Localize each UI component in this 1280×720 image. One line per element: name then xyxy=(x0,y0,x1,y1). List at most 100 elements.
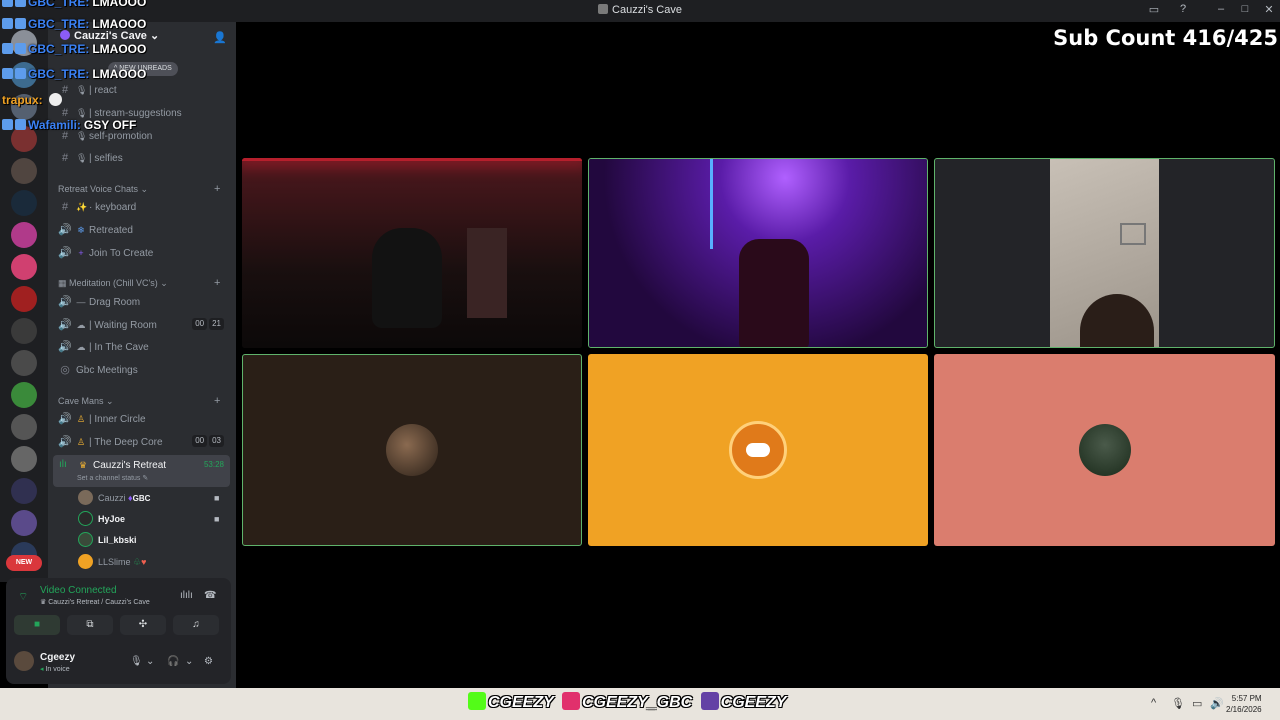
speaker-icon: 🔊 xyxy=(58,319,72,331)
avatar xyxy=(386,424,438,476)
server-icon[interactable] xyxy=(11,318,37,344)
avatar xyxy=(78,490,93,505)
gear-icon[interactable]: ⚙ xyxy=(204,656,213,667)
video-tile[interactable] xyxy=(934,354,1275,546)
person-icon: ♙ xyxy=(76,437,86,447)
video-tile[interactable] xyxy=(588,158,928,348)
active-voice-channel[interactable]: ılı ♛ Cauzzi's Retreat 53:28 Set a chann… xyxy=(53,455,230,487)
video-tile[interactable] xyxy=(588,354,928,546)
server-icon[interactable] xyxy=(11,190,37,216)
voice-user[interactable]: Cauzzi ♦GBC ■ xyxy=(78,489,219,507)
voice-status[interactable]: Video Connected xyxy=(40,585,117,596)
volume-icon[interactable]: 🔊 xyxy=(1210,697,1224,710)
mic-icon[interactable]: 🎙 xyxy=(1171,697,1185,710)
badge-icon xyxy=(15,18,26,29)
chat-message: trapux: xyxy=(2,93,63,111)
system-clock[interactable]: 5:57 PM 2/16/2026 xyxy=(1226,693,1262,715)
add-channel-icon[interactable]: + xyxy=(214,183,220,195)
chat-message: GBC_TRE: LMAOOO xyxy=(2,0,146,13)
chat-message: GBC_TRE: LMAOOO xyxy=(2,17,146,35)
channel-item[interactable]: # 🎙 | selfies xyxy=(58,149,123,167)
channel-item[interactable]: 🔊 ❄ Retreated xyxy=(58,221,133,239)
screen-share-button[interactable]: ⧉ xyxy=(67,615,113,635)
server-icon[interactable] xyxy=(11,414,37,440)
server-icon[interactable] xyxy=(11,254,37,280)
video-tile[interactable] xyxy=(242,158,582,348)
noise-suppression-icon[interactable]: ılılı xyxy=(180,590,193,601)
server-icon[interactable] xyxy=(11,446,37,472)
shelf xyxy=(467,228,507,318)
server-icon[interactable] xyxy=(11,286,37,312)
sub-count: Sub Count 416/425 xyxy=(1053,26,1278,50)
badge-icon xyxy=(2,119,13,130)
snow-icon: ❄ xyxy=(77,225,85,235)
voice-user[interactable]: HyJoe ■ xyxy=(78,510,219,528)
username[interactable]: Cgeezy xyxy=(40,652,75,663)
channel-item[interactable]: ◎ Gbc Meetings xyxy=(58,361,138,379)
user-limit: 21 xyxy=(209,318,224,330)
mic-icon[interactable]: 🎙 xyxy=(130,656,143,667)
sparkle-icon: ✨ xyxy=(76,202,88,212)
channel-item[interactable]: 🔊 ♙ | Inner Circle xyxy=(58,410,145,428)
speaker-icon: 🔊 xyxy=(58,341,72,353)
category-meditation[interactable]: ▦ Meditation (Chill VC's) ⌄ xyxy=(58,278,168,289)
camera-icon: ■ xyxy=(214,493,220,503)
user-count: 00 xyxy=(192,318,208,330)
channel-item[interactable]: 🔊 ☁ | In The Cave xyxy=(58,338,149,356)
mic-icon: 🎙 xyxy=(76,153,88,163)
channel-item[interactable]: 🔊 ☁ | Waiting Room 00 21 xyxy=(58,316,230,334)
monitor-icon[interactable]: ▭ xyxy=(1192,697,1202,710)
video-tile[interactable] xyxy=(934,158,1275,348)
minimize-button[interactable]: – xyxy=(1213,3,1229,15)
activities-button[interactable]: ✣ xyxy=(120,615,166,635)
camera-button[interactable]: ■ xyxy=(14,615,60,635)
chat-message: GBC_TRE: LMAOOO xyxy=(2,42,146,60)
server-icon xyxy=(598,4,609,14)
chevron-down-icon[interactable]: ⌄ xyxy=(146,656,154,667)
category-retreat[interactable]: Retreat Voice Chats ⌄ xyxy=(58,184,148,195)
add-channel-icon[interactable]: + xyxy=(214,395,220,407)
add-user-icon[interactable]: 👤 xyxy=(213,31,227,44)
server-icon[interactable] xyxy=(11,478,37,504)
badge-icon xyxy=(15,43,26,54)
headphones-icon[interactable]: 🎧 xyxy=(167,656,179,667)
new-badge[interactable]: NEW xyxy=(6,555,42,571)
user-limit: 03 xyxy=(209,435,224,447)
server-icon[interactable] xyxy=(11,382,37,408)
maximize-button[interactable]: □ xyxy=(1237,3,1253,15)
server-icon[interactable] xyxy=(11,350,37,376)
speaker-icon: 🔊 xyxy=(58,224,72,236)
channel-item[interactable]: # ✨ · keyboard xyxy=(58,198,136,216)
user-status: ◂ In voice xyxy=(40,666,70,673)
server-icon[interactable] xyxy=(11,222,37,248)
instagram-icon xyxy=(561,692,580,710)
person-icon: ♙ xyxy=(76,414,86,424)
video-tile[interactable] xyxy=(242,354,582,546)
avatar xyxy=(78,554,93,569)
disconnect-icon[interactable]: ☎ xyxy=(204,590,216,601)
help-icon[interactable]: ? xyxy=(1175,3,1191,15)
channel-item[interactable]: 🔊 + Join To Create xyxy=(58,244,153,262)
voice-user[interactable]: Lil_kbski xyxy=(78,531,137,549)
chat-message: GBC_TRE: LMAOOO xyxy=(2,67,146,85)
inbox-icon[interactable]: ▭ xyxy=(1146,3,1162,16)
close-button[interactable]: ✕ xyxy=(1261,3,1277,16)
social-handles: CGEEZY CGEEZY_GBC CGEEZY xyxy=(468,692,786,712)
soundboard-button[interactable]: ♫ xyxy=(173,615,219,635)
voice-user[interactable]: LLSlime ♧♥ xyxy=(78,553,146,571)
chevron-down-icon[interactable]: ⌄ xyxy=(185,656,193,667)
pumpkin-avatar xyxy=(729,421,787,479)
channel-item[interactable]: 🔊 — Drag Room xyxy=(58,293,140,311)
channel-status[interactable]: Set a channel status ✎ xyxy=(77,474,148,482)
chevron-up-icon[interactable]: ^ xyxy=(1151,697,1156,709)
channel-item[interactable]: 🔊 ♙ | The Deep Core 00 03 xyxy=(58,433,230,451)
plus-icon: + xyxy=(78,248,84,258)
signal-icon: ⌔ xyxy=(18,591,29,603)
voice-connection-panel: ⌔ Video Connected ♛ Cauzzi's Retreat / C… xyxy=(6,578,231,684)
server-icon[interactable] xyxy=(11,158,37,184)
add-channel-icon[interactable]: + xyxy=(214,277,220,289)
server-icon[interactable] xyxy=(11,510,37,536)
badge-icon xyxy=(15,68,26,79)
category-cave[interactable]: Cave Mans ⌄ xyxy=(58,396,114,407)
avatar[interactable] xyxy=(14,651,34,671)
